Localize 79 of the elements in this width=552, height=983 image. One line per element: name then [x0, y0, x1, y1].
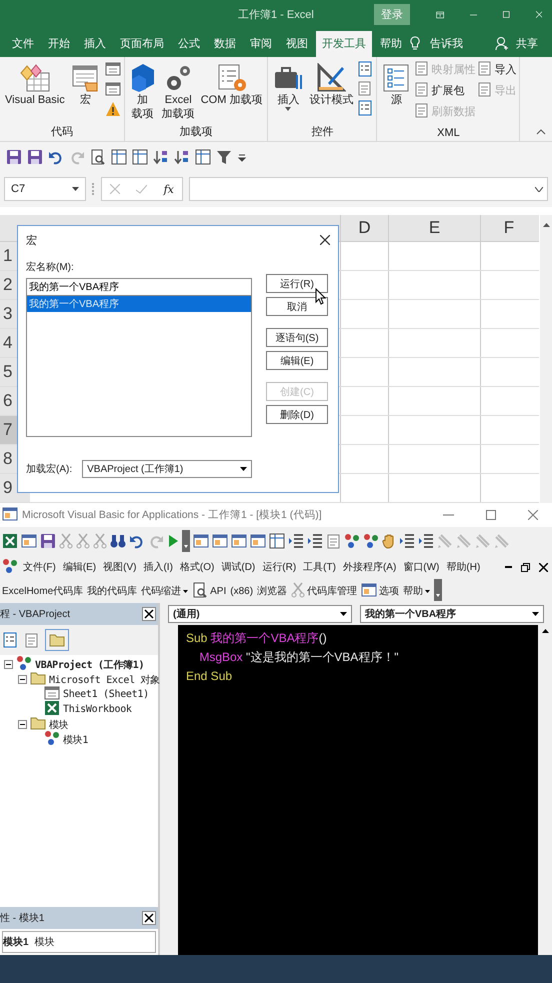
ribbon-tab[interactable]: 开始 — [42, 30, 76, 57]
tree-item[interactable]: 模块1 — [63, 732, 88, 746]
menu-item[interactable]: 文件(F) — [21, 560, 58, 574]
ribbon-button[interactable]: Visual Basic — [3, 60, 67, 124]
ribbon-tab[interactable]: 帮助 — [374, 30, 408, 57]
addin-button[interactable]: 代码库管理 — [291, 582, 358, 600]
ribbon-button[interactable]: Excel 加载项 — [160, 60, 197, 124]
tree-item[interactable]: ThisWorkbook — [63, 704, 132, 715]
dialog-button[interactable]: 编辑(E) — [266, 351, 328, 370]
tree-item[interactable]: Microsoft Excel 对象 — [49, 672, 160, 686]
addin-button[interactable]: 浏览器 — [257, 584, 288, 598]
menu-item[interactable]: 插入(I) — [141, 560, 175, 574]
code-token: () — [318, 631, 327, 645]
column-header[interactable]: E — [388, 214, 480, 241]
code-token: Sub — [186, 631, 208, 645]
ribbon-button[interactable]: 设计模式 — [307, 60, 356, 124]
ribbon-button[interactable]: 宏 — [68, 60, 103, 124]
code-token: 我的第一个VBA程序 — [210, 631, 319, 645]
tree-item[interactable]: 模块 — [49, 718, 68, 732]
code-editor[interactable]: Sub 我的第一个VBA程序() MsgBox "这是我的第一个VBA程序！" End Sub — [178, 625, 538, 955]
ribbon-button[interactable]: 插入 — [271, 60, 306, 124]
ribbon-button[interactable]: 源 — [380, 60, 412, 128]
macro-name-field[interactable]: 我的第一个VBA程序 — [26, 278, 252, 296]
ribbon-tab[interactable]: 审阅 — [244, 30, 278, 57]
ribbon-tab[interactable]: 视图 — [280, 30, 314, 57]
group-label: XML — [436, 127, 461, 140]
share-button[interactable]: 共享 — [510, 30, 544, 57]
macros-in-dropdown[interactable]: VBAProject (工作簿1) — [82, 460, 252, 478]
addin-button[interactable]: 我的代码库 — [87, 584, 138, 598]
menu-item[interactable]: 运行(R) — [260, 560, 298, 574]
object-dropdown[interactable]: (通用) — [168, 605, 352, 623]
pane-title: 性 - 模块1 — [0, 912, 44, 925]
group-label: 加载项 — [178, 125, 214, 140]
dialog-button[interactable]: 删除(D) — [266, 405, 328, 424]
ribbon-tab[interactable]: 插入 — [78, 30, 112, 57]
menu-item[interactable]: 工具(T) — [301, 560, 338, 574]
dialog-button[interactable]: 逐语句(S) — [266, 328, 328, 347]
name-box[interactable]: C7 — [4, 177, 86, 202]
code-token: MsgBox — [198, 650, 244, 664]
code-token: End Sub — [186, 669, 232, 683]
insert-function-button[interactable]: fx — [164, 182, 174, 196]
ribbon-tab[interactable]: 公式 — [172, 30, 206, 57]
procedure-dropdown[interactable]: 我的第一个VBA程序 — [360, 605, 544, 623]
ribbon-button[interactable]: COM 加载项 — [198, 60, 264, 124]
ribbon-small-button[interactable]: 导入 — [477, 60, 516, 79]
addin-button[interactable]: (x86) — [230, 586, 254, 596]
column-header[interactable]: D — [340, 214, 388, 241]
addin-button[interactable]: ExcelHome代码库 — [2, 584, 84, 598]
ribbon-tab[interactable]: 数据 — [208, 30, 242, 57]
ribbon-tab[interactable]: 文件 — [6, 30, 40, 57]
menu-item[interactable]: 帮助(H) — [444, 560, 482, 574]
tree-item[interactable]: Sheet1 (Sheet1) — [63, 689, 149, 700]
ribbon-small-button[interactable]: 扩展包 — [414, 82, 476, 100]
macro-list-item[interactable]: 我的第一个VBA程序 — [27, 296, 251, 312]
tell-me-button[interactable]: 告诉我 — [424, 30, 469, 57]
menu-item[interactable]: 外接程序(A) — [340, 560, 398, 574]
tree-item[interactable]: VBAProject (工作簿1) — [35, 658, 144, 672]
addin-button[interactable]: 帮助 — [403, 584, 430, 598]
menu-item[interactable]: 格式(O) — [178, 560, 216, 574]
ribbon-button[interactable]: 加 载项 — [128, 60, 158, 124]
addin-button[interactable]: 选项 — [361, 582, 400, 600]
group-label: 代码 — [50, 125, 74, 140]
menu-item[interactable]: 编辑(E) — [60, 560, 98, 574]
group-label: 控件 — [310, 125, 334, 140]
addin-button[interactable]: API — [192, 582, 226, 600]
window-title: Microsoft Visual Basic for Applications - 工作簿1 - [模块1 (代码)] — [22, 508, 322, 522]
menu-item[interactable]: 窗口(W) — [401, 560, 442, 574]
ribbon-tab[interactable]: 开发工具 — [316, 30, 372, 57]
addin-button[interactable]: 代码缩进 — [141, 584, 188, 598]
menu-item[interactable]: 调试(D) — [219, 560, 258, 574]
ribbon-tab[interactable]: 页面布局 — [114, 30, 170, 57]
dialog-button[interactable]: 取消 — [266, 297, 328, 316]
code-token: "这是我的第一个VBA程序！" — [246, 650, 399, 664]
dialog-button[interactable]: 运行(R) — [266, 274, 328, 293]
pane-title: 程 - VBAProject — [0, 608, 70, 621]
object-dropdown[interactable]: 模块1 模块 — [2, 931, 156, 953]
window-title: 工作簿1 - Excel — [238, 8, 314, 22]
menu-item[interactable]: 视图(V) — [101, 560, 138, 574]
column-header[interactable]: F — [480, 214, 537, 241]
